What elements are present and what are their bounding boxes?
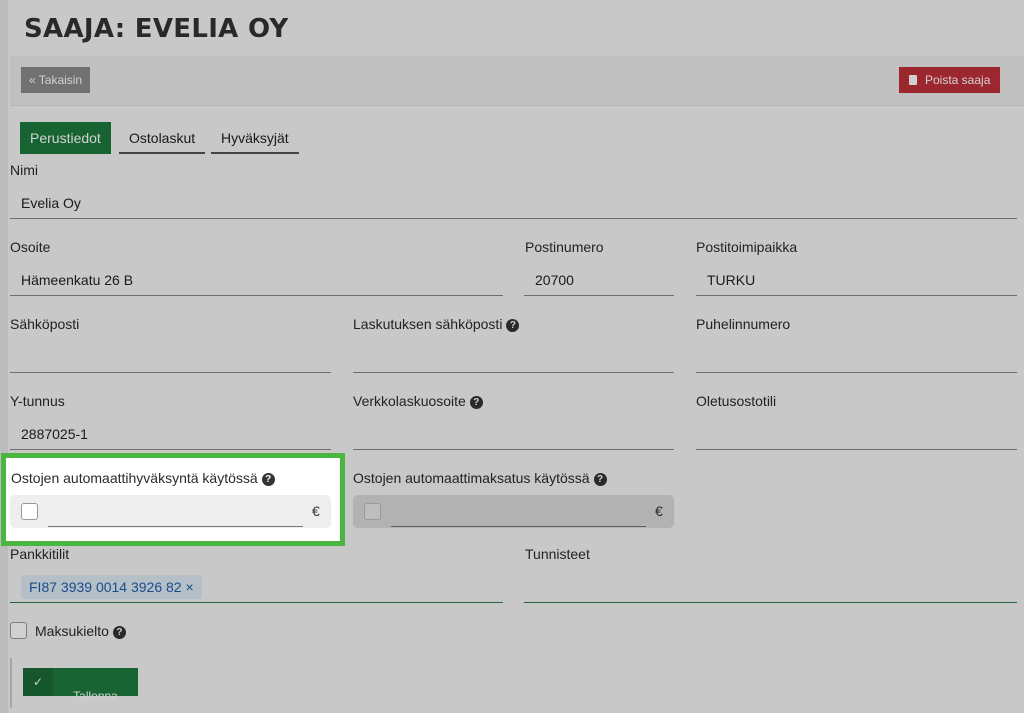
help-icon[interactable]: ?	[261, 473, 275, 486]
page: SAAJA: EVELIA OY « Takaisin Poista saaja…	[0, 0, 1024, 713]
currency-symbol: €	[655, 503, 663, 519]
delete-label: Poista saaja	[925, 73, 991, 87]
save-label: Tallenna	[73, 689, 118, 703]
auto-payment-input[interactable]	[391, 526, 646, 527]
oletustili-label: Oletusostotili	[696, 393, 777, 409]
auto-payment-text: Ostojen automaattimaksatus käytössä	[353, 470, 590, 486]
postitoimipaikka-field[interactable]: TURKU	[696, 264, 1017, 296]
page-title: SAAJA: EVELIA OY	[24, 14, 289, 44]
tunnisteet-field[interactable]	[524, 571, 1017, 603]
postitoimipaikka-label: Postitoimipaikka	[696, 239, 798, 255]
auto-approval-box: €	[10, 495, 331, 528]
currency-symbol: €	[312, 503, 320, 519]
left-edge	[0, 0, 8, 713]
laskutus-email-text: Laskutuksen sähköposti	[353, 316, 503, 332]
nimi-label: Nimi	[10, 162, 38, 178]
sahkoposti-label: Sähköposti	[10, 316, 80, 332]
auto-payment-checkbox[interactable]	[364, 503, 381, 520]
pankkitilit-label: Pankkitilit	[10, 546, 70, 562]
save-button[interactable]: ✓ Tallenna	[23, 668, 138, 703]
help-icon[interactable]: ?	[506, 319, 520, 332]
auto-payment-box: €	[353, 495, 674, 528]
auto-approval-highlight: Ostojen automaattihyväksyntä käytössä? €	[1, 453, 345, 546]
auto-approval-text: Ostojen automaattihyväksyntä käytössä	[11, 470, 258, 486]
maksukielto-checkbox[interactable]	[10, 622, 27, 639]
toolbar	[10, 56, 1024, 106]
ytunnus-label: Y-tunnus	[10, 393, 65, 409]
help-icon[interactable]: ?	[469, 396, 483, 409]
tab-perustiedot[interactable]: Perustiedot	[20, 122, 111, 154]
oletustili-field[interactable]	[696, 418, 1017, 450]
auto-payment-label: Ostojen automaattimaksatus käytössä?	[353, 470, 607, 486]
nimi-field[interactable]: Evelia Oy	[10, 187, 1017, 219]
check-icon: ✓	[23, 668, 53, 696]
laskutus-email-field[interactable]	[353, 341, 674, 373]
postinumero-field[interactable]: 20700	[524, 264, 674, 296]
delete-recipient-button[interactable]: Poista saaja	[899, 67, 1001, 93]
back-button[interactable]: « Takaisin	[21, 67, 91, 93]
tab-ostolaskut[interactable]: Ostolaskut	[119, 122, 206, 154]
bank-account-tag[interactable]: FI87 3939 0014 3926 82 ×	[21, 575, 202, 599]
help-icon[interactable]: ?	[112, 626, 126, 639]
auto-approval-checkbox[interactable]	[21, 503, 38, 520]
osoite-field[interactable]: Hämeenkatu 26 B	[10, 264, 503, 296]
auto-approval-input[interactable]	[48, 526, 303, 527]
save-divider	[10, 658, 12, 708]
trash-icon	[909, 75, 917, 85]
verkkolasku-field[interactable]	[353, 418, 674, 450]
puhelin-label: Puhelinnumero	[696, 316, 791, 332]
osoite-label: Osoite	[10, 239, 51, 255]
help-icon[interactable]: ?	[593, 473, 607, 486]
sahkoposti-field[interactable]	[10, 341, 331, 373]
laskutus-email-label: Laskutuksen sähköposti?	[353, 316, 520, 332]
verkkolasku-label: Verkkolaskuosoite?	[353, 393, 483, 409]
tab-hyvaksyjat[interactable]: Hyväksyjät	[211, 122, 299, 154]
tunnisteet-label: Tunnisteet	[525, 546, 590, 562]
maksukielto-text: Maksukielto	[35, 623, 109, 639]
auto-approval-label: Ostojen automaattihyväksyntä käytössä?	[11, 470, 275, 486]
maksukielto-label: Maksukielto?	[35, 623, 126, 639]
verkkolasku-text: Verkkolaskuosoite	[353, 393, 466, 409]
puhelin-field[interactable]	[696, 341, 1017, 373]
postinumero-label: Postinumero	[525, 239, 604, 255]
ytunnus-field[interactable]: 2887025-1	[10, 418, 331, 450]
